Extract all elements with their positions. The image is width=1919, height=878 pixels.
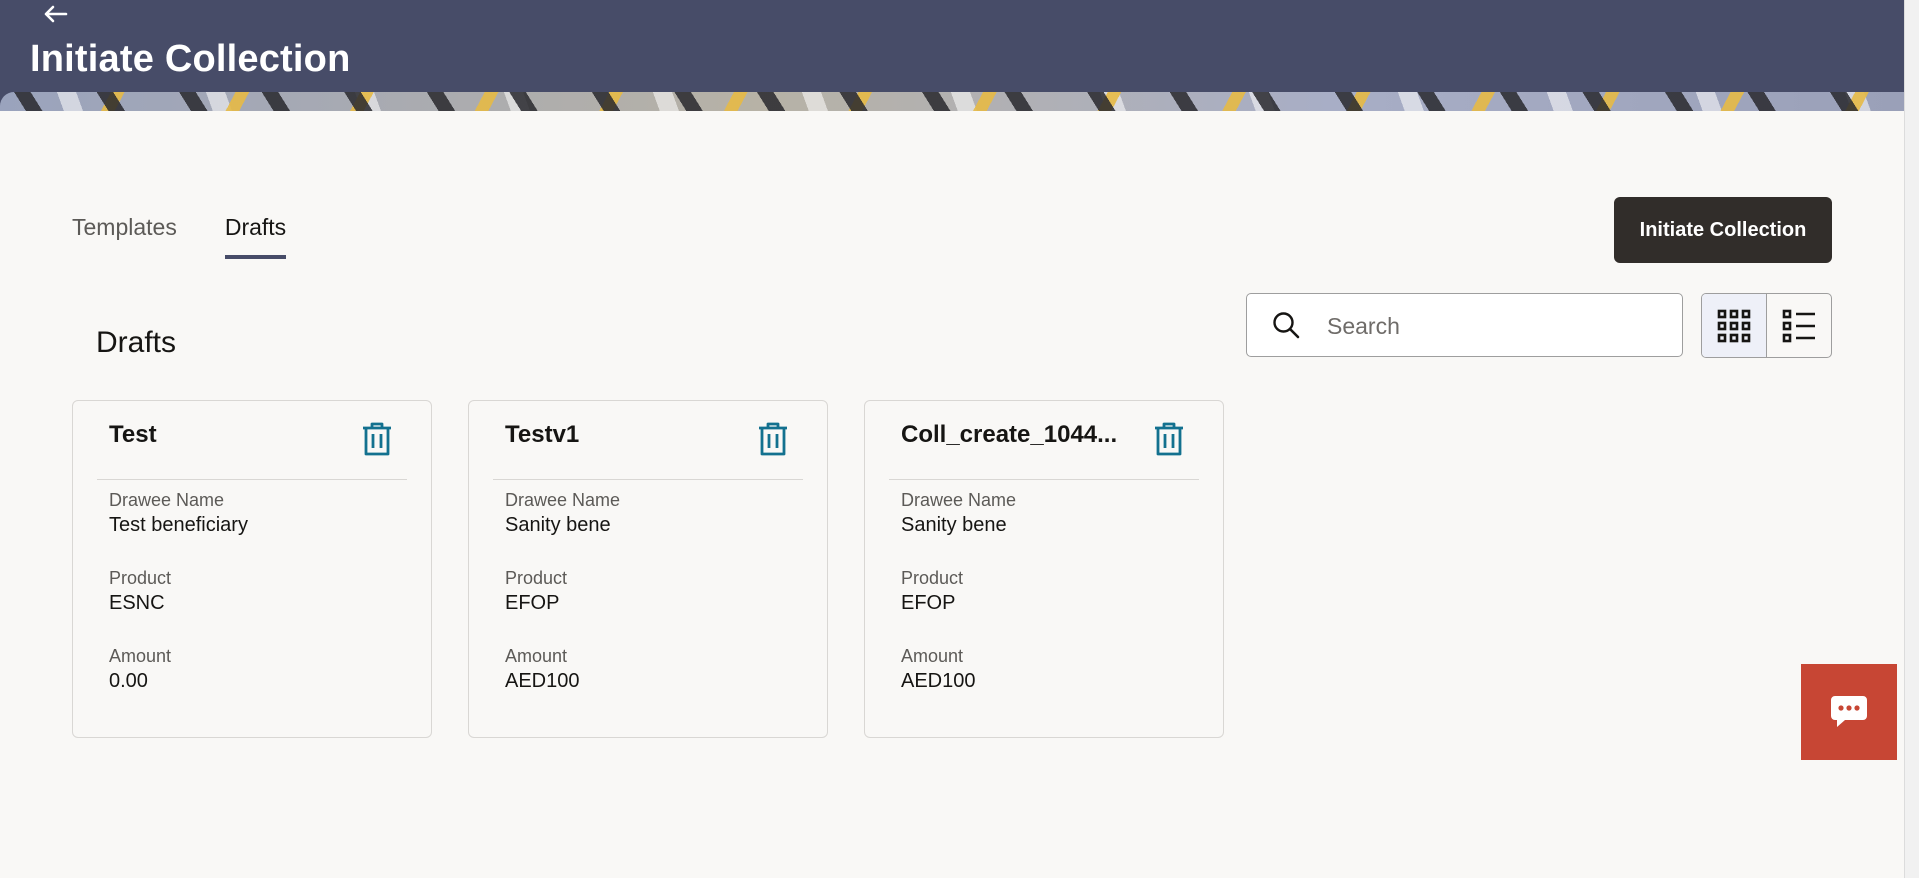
product-field: Product ESNC <box>109 567 171 616</box>
search-box[interactable] <box>1246 293 1683 357</box>
list-view-button[interactable] <box>1767 294 1831 357</box>
product-field: Product EFOP <box>505 567 567 616</box>
view-toggle <box>1701 293 1832 358</box>
trash-icon <box>759 422 787 456</box>
grid-view-icon <box>1717 309 1751 342</box>
list-view-icon <box>1782 309 1815 342</box>
product-field: Product EFOP <box>901 567 963 616</box>
product-value: ESNC <box>109 592 165 614</box>
trash-icon <box>1155 422 1183 456</box>
chat-button[interactable] <box>1801 664 1897 760</box>
drawee-field: Drawee Name Sanity bene <box>901 489 1016 538</box>
delete-draft-button[interactable] <box>755 421 791 457</box>
amount-field: Amount AED100 <box>901 645 976 694</box>
chat-icon <box>1831 696 1867 727</box>
amount-value: AED100 <box>505 670 580 692</box>
draft-card[interactable]: Testv1 Drawee Name Sanity bene Product E… <box>468 400 828 738</box>
amount-label: Amount <box>109 646 172 666</box>
drawee-label: Drawee Name <box>109 490 225 510</box>
arrow-left-icon <box>44 5 68 23</box>
drawee-value: Test beneficiary <box>109 514 248 536</box>
draft-card[interactable]: Test Drawee Name Test beneficiary Produc… <box>72 400 432 738</box>
drawee-field: Drawee Name Test beneficiary <box>109 489 248 538</box>
draft-title: Test <box>109 421 157 448</box>
delete-draft-button[interactable] <box>1151 421 1187 457</box>
page-header: Initiate Collection <box>0 0 1904 111</box>
search-icon <box>1273 312 1300 339</box>
draft-title: Testv1 <box>505 421 580 448</box>
product-label: Product <box>901 568 964 588</box>
drawee-value: Sanity bene <box>901 514 1007 536</box>
tab-templates[interactable]: Templates <box>72 214 177 259</box>
draft-title: Coll_create_1044... <box>901 421 1118 448</box>
tab-bar: Templates Drafts <box>72 214 287 259</box>
amount-field: Amount 0.00 <box>109 645 171 694</box>
amount-label: Amount <box>901 646 964 666</box>
amount-value: AED100 <box>901 670 976 692</box>
card-divider <box>97 479 407 480</box>
drawee-value: Sanity bene <box>505 514 611 536</box>
drawee-label: Drawee Name <box>505 490 621 510</box>
draft-card[interactable]: Coll_create_1044... Drawee Name Sanity b… <box>864 400 1224 738</box>
product-label: Product <box>505 568 568 588</box>
grid-view-button[interactable] <box>1702 294 1767 357</box>
scrollbar[interactable] <box>1904 0 1919 878</box>
amount-value: 0.00 <box>109 670 148 692</box>
product-value: EFOP <box>901 592 956 614</box>
section-title: Drafts <box>96 326 177 359</box>
card-divider <box>493 479 803 480</box>
header-banner <box>0 92 1904 111</box>
drawee-field: Drawee Name Sanity bene <box>505 489 620 538</box>
amount-field: Amount AED100 <box>505 645 580 694</box>
product-label: Product <box>109 568 172 588</box>
drawee-label: Drawee Name <box>901 490 1017 510</box>
page-title: Initiate Collection <box>30 38 351 80</box>
amount-label: Amount <box>505 646 568 666</box>
back-button[interactable] <box>40 0 70 28</box>
delete-draft-button[interactable] <box>359 421 395 457</box>
initiate-collection-button[interactable]: Initiate Collection <box>1614 197 1832 263</box>
product-value: EFOP <box>505 592 560 614</box>
card-divider <box>889 479 1199 480</box>
trash-icon <box>363 422 391 456</box>
search-input[interactable] <box>1325 304 1669 348</box>
tab-drafts[interactable]: Drafts <box>224 214 287 259</box>
